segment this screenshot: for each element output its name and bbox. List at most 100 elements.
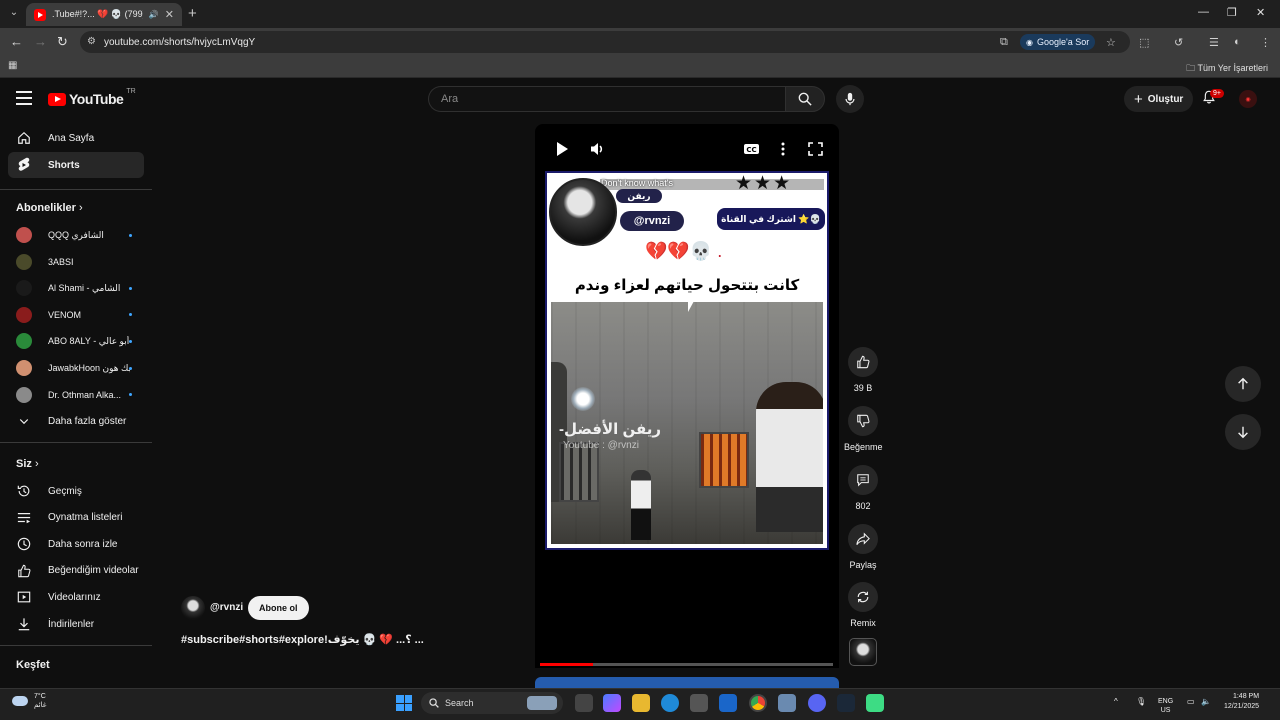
previous-short-button[interactable] [1225, 366, 1261, 402]
sidebar-subscription-2[interactable]: Al Shami - الشامي [8, 275, 144, 301]
sidebar-subscription-0[interactable]: QQQ الشافري [8, 222, 144, 248]
settings-icon[interactable] [778, 694, 796, 712]
tray-overflow-icon[interactable]: ^ [1114, 697, 1118, 706]
sidebar-subscription-6[interactable]: Dr. Othman Alka... [8, 382, 144, 408]
sidebar-item-playlists[interactable]: Oynatma listeleri [8, 505, 144, 531]
task-view-icon[interactable] [575, 694, 593, 712]
search-icon [798, 92, 812, 106]
channel-name[interactable]: @rvnzi [210, 602, 243, 613]
chrome-icon[interactable] [749, 694, 767, 712]
back-button[interactable]: ← [10, 34, 23, 49]
google-sor-button[interactable]: ◉ Google'a Sor [1020, 34, 1096, 50]
minimize-button[interactable]: — [1198, 6, 1209, 18]
edge-icon[interactable] [661, 694, 679, 712]
install-app-icon[interactable]: ⧉ [1000, 36, 1008, 49]
audio-source-thumbnail[interactable] [849, 638, 877, 666]
sidebar-item-download[interactable]: İndirilenler [8, 611, 144, 637]
shorts-icon [16, 157, 32, 173]
language-indicator[interactable]: ENG US [1158, 697, 1173, 715]
show-more-button[interactable]: Daha fazla göster [8, 408, 144, 434]
file-explorer-icon[interactable] [632, 694, 650, 712]
play-icon[interactable] [555, 141, 569, 157]
bookmark-star-icon[interactable]: ☆ [1106, 36, 1116, 49]
remix-button[interactable]: Remix [844, 582, 882, 628]
browser-tab[interactable]: .Tube#!?... 💔 💀 يخوّف (799) 🔊 ✕ [26, 3, 182, 26]
new-content-dot-icon [129, 313, 132, 317]
voice-search-button[interactable] [836, 85, 864, 113]
tab-search-chevron-icon[interactable]: ⌄ [6, 5, 22, 21]
volume-tray-icon[interactable]: 🔈 [1201, 697, 1211, 706]
more-options-icon[interactable] [779, 141, 787, 157]
like-button[interactable]: 39 B [844, 347, 882, 393]
tab-close-icon[interactable]: ✕ [165, 8, 174, 21]
copilot-icon[interactable] [603, 694, 621, 712]
logo-word: YouTube [69, 91, 124, 107]
dislike-button[interactable]: Beğenme [844, 406, 883, 452]
video-progress-bar[interactable] [540, 663, 833, 666]
plus-icon: + [1134, 90, 1143, 108]
taskbar-clock[interactable]: 1:48 PM 12/21/2025 [1224, 692, 1259, 712]
forward-button[interactable]: → [34, 34, 47, 49]
subscriptions-heading[interactable]: Abonelikler › [16, 202, 83, 214]
weather-widget[interactable]: 7°C غائم [12, 692, 46, 710]
fullscreen-icon[interactable] [808, 141, 823, 157]
sidebar-subscription-5[interactable]: JawabkHoon جوابك هون [8, 355, 144, 381]
close-window-button[interactable]: ✕ [1256, 6, 1265, 19]
sidebar-item-ana-sayfa[interactable]: Ana Sayfa [8, 125, 144, 151]
channel-avatar-icon [16, 306, 32, 323]
sidebar-subscription-4[interactable]: ABO 8ALY - أبو عالي [8, 328, 144, 354]
sidebar-divider [0, 189, 152, 190]
overlay-name: ريفن [616, 189, 662, 203]
new-content-dot-icon [129, 286, 132, 290]
search-button[interactable] [785, 86, 825, 112]
start-button-icon[interactable] [396, 695, 412, 711]
new-tab-button[interactable]: + [188, 5, 197, 22]
you-heading[interactable]: Siz › [16, 458, 39, 470]
history-toolbar-icon[interactable]: ↺ [1174, 36, 1183, 49]
sidebar-subscription-3[interactable]: VENOM [8, 302, 144, 328]
captions-icon[interactable]: CC [743, 141, 760, 157]
sidebar-item-watch-later[interactable]: Daha sonra izle [8, 531, 144, 557]
overlay-emoji-line: 💔💔💀 . [645, 241, 723, 261]
account-avatar[interactable]: ◉ [1239, 90, 1257, 108]
mic-tray-icon[interactable]: 🎙 [1136, 697, 1146, 706]
taskbar-search-label: Search [445, 698, 474, 708]
subscribe-button[interactable]: Abone ol [248, 596, 309, 620]
hamburger-menu-icon[interactable] [16, 91, 32, 109]
create-button[interactable]: + Oluştur [1124, 86, 1194, 112]
comment-count: 802 [855, 501, 871, 511]
channel-avatar[interactable] [181, 596, 205, 620]
apps-grid-icon[interactable]: ▦ [8, 60, 17, 71]
network-icon[interactable]: ▭ [1187, 697, 1195, 706]
search-input[interactable] [429, 87, 785, 111]
chevron-down-icon [16, 413, 32, 429]
chrome-menu-icon[interactable]: ⋮ [1260, 36, 1271, 49]
reload-button[interactable]: ↻ [57, 34, 68, 50]
sidebar-item-history[interactable]: Geçmiş [8, 478, 144, 504]
subscription-label: VENOM [48, 309, 82, 320]
youtube-logo[interactable]: YouTube TR [48, 88, 136, 107]
taskbar-search[interactable]: Search [421, 692, 563, 714]
volume-icon[interactable] [590, 141, 606, 157]
site-info-icon[interactable]: ⚙ [87, 36, 96, 47]
sidebar-item-your-videos[interactable]: Videolarınız [8, 584, 144, 610]
comments-button[interactable]: 802 [844, 465, 882, 511]
sidebar-subscription-1[interactable]: 3ABSI [8, 249, 144, 275]
video-description[interactable]: #subscribe#shorts#explore!؟... 💔 💀 يخوّف… [181, 633, 424, 646]
media-control-icon[interactable]: ☰ [1209, 36, 1219, 49]
new-content-dot-icon [129, 366, 132, 370]
outlook-icon[interactable] [719, 694, 737, 712]
next-short-button[interactable] [1225, 414, 1261, 450]
channel-avatar-icon [16, 360, 32, 376]
extensions-icon[interactable]: ⬚ [1139, 36, 1149, 49]
steam-icon[interactable] [837, 694, 855, 712]
share-button[interactable]: Paylaş [844, 524, 882, 570]
profile-icon[interactable]: ◐ [1234, 36, 1241, 48]
restore-button[interactable]: ❐ [1227, 6, 1237, 19]
store-icon[interactable] [690, 694, 708, 712]
sidebar-item-like[interactable]: Beğendiğim videolar [8, 558, 144, 584]
sidebar-item-shorts[interactable]: Shorts [8, 152, 144, 178]
all-bookmarks-button[interactable]: 🗀 Tüm Yer İşaretleri [1186, 61, 1268, 77]
android-app-icon[interactable] [866, 694, 884, 712]
discord-icon[interactable] [808, 694, 826, 712]
